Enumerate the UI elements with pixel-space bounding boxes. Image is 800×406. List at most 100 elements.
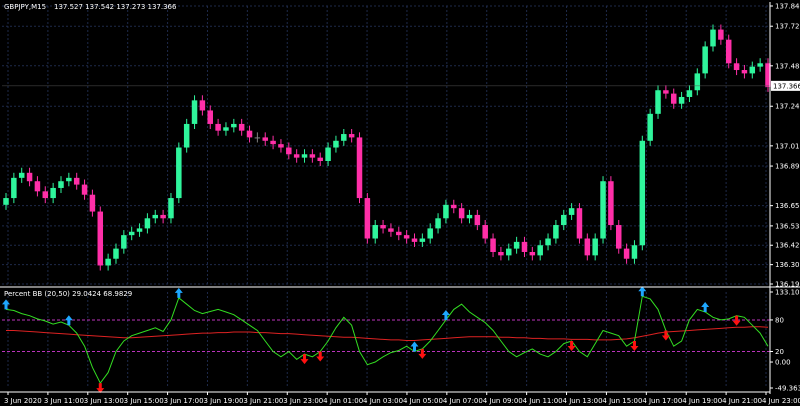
ind-tick-label: 133.1001	[775, 289, 800, 297]
candle-body	[3, 198, 9, 205]
symbol-title: GBPJPY,M15	[4, 3, 46, 11]
ind-tick-label: 20	[775, 348, 784, 356]
candle-body	[11, 177, 17, 199]
x-tick-label: 4 Jun 17:00	[642, 397, 682, 405]
candle-body	[66, 177, 72, 182]
candle-body	[686, 90, 693, 97]
candle-body	[749, 66, 756, 74]
candle	[702, 41, 708, 79]
y-tick-label: 136.535	[775, 222, 800, 230]
ohlc-readout: 137.527 137.542 137.273 137.366	[54, 3, 177, 11]
candle-body	[490, 238, 496, 252]
candle	[639, 135, 646, 251]
candle	[647, 108, 653, 146]
candle-body	[545, 238, 551, 246]
candle-body	[191, 100, 198, 124]
candle	[615, 219, 622, 254]
candle-body	[380, 225, 386, 229]
candle-body	[73, 177, 80, 185]
candle-body	[105, 258, 111, 266]
y-tick-label: 136.305	[775, 261, 800, 269]
candle-body	[121, 235, 127, 249]
candle-body	[725, 39, 732, 64]
candle-body	[333, 140, 339, 148]
candle-body	[710, 29, 716, 47]
candle-body	[144, 218, 151, 229]
ind-tick-label: -49.3637	[775, 385, 800, 393]
x-tick-label: 3 Jun 19:00	[203, 397, 243, 405]
candle-body	[561, 214, 567, 226]
candle-body	[702, 46, 708, 74]
x-tick-label: 3 Jun 2020	[4, 397, 42, 405]
candle-body	[537, 245, 543, 256]
candle-body	[670, 93, 677, 104]
candle-body	[419, 238, 426, 242]
x-tick-label: 4 Jun 05:00	[403, 397, 443, 405]
candle-body	[623, 248, 630, 259]
candle-body	[26, 172, 33, 182]
y-tick-label: 137.840	[775, 3, 800, 11]
candle	[725, 34, 732, 69]
candle-body	[403, 235, 410, 239]
y-tick-label: 136.655	[775, 202, 800, 210]
candle	[191, 95, 198, 129]
candle-body	[553, 225, 559, 239]
candle-body	[521, 241, 528, 252]
candle-body	[262, 137, 268, 141]
candle	[608, 176, 614, 231]
candle-body	[443, 204, 449, 219]
candle-body	[678, 96, 685, 104]
candle-body	[176, 147, 182, 199]
candle-body	[466, 214, 473, 219]
x-tick-label: 4 Jun 09:00	[483, 397, 523, 405]
candle-body	[34, 181, 41, 192]
candle-body	[286, 147, 292, 155]
candle	[97, 206, 104, 271]
candle-body	[246, 130, 253, 138]
candle-body	[128, 231, 135, 236]
candle-body	[427, 228, 433, 239]
x-tick-label: 3 Jun 17:00	[164, 397, 204, 405]
x-tick-label: 4 Jun 15:00	[602, 397, 642, 405]
candle-body	[498, 251, 504, 256]
candle-body	[293, 154, 300, 158]
x-tick-label: 4 Jun 03:00	[363, 397, 403, 405]
candle-body	[474, 214, 481, 226]
candle-body	[348, 134, 355, 138]
chart-root: 137.840 137.720 137.485 137.245 137.010 136.8…	[0, 0, 800, 406]
candle-body	[372, 225, 378, 239]
candle-body	[694, 73, 701, 91]
candle-body	[50, 187, 56, 199]
candle-body	[113, 248, 119, 259]
candle-body	[435, 218, 441, 229]
y-tick-label: 137.010	[775, 142, 800, 150]
x-tick-label: 3 Jun 21:00	[243, 397, 283, 405]
candle-body	[42, 191, 49, 199]
candle-body	[388, 228, 394, 232]
candle	[364, 193, 371, 244]
candle-body	[451, 204, 457, 209]
candle-body	[529, 251, 536, 256]
ind-tick-label: 0.00	[775, 359, 791, 367]
candle-body	[58, 181, 64, 188]
candle-body	[718, 29, 724, 40]
candle	[600, 176, 606, 244]
candle	[356, 132, 363, 204]
ind-tick-label: 80	[775, 316, 784, 324]
y-tick-label: 136.420	[775, 242, 800, 250]
candle-body	[458, 208, 465, 219]
candle-body	[317, 157, 323, 162]
candle-body	[364, 198, 371, 239]
y-tick-label: 137.720	[775, 23, 800, 31]
candle-body	[168, 198, 174, 219]
candle-body	[615, 225, 622, 249]
candle-body	[254, 137, 261, 139]
candle-body	[301, 154, 308, 158]
candle-body	[89, 194, 96, 212]
candle-body	[18, 172, 25, 178]
candle-body	[584, 238, 591, 256]
candle-body	[411, 238, 418, 242]
candle-body	[270, 140, 276, 145]
candle	[655, 85, 661, 119]
candle-body	[152, 214, 159, 219]
